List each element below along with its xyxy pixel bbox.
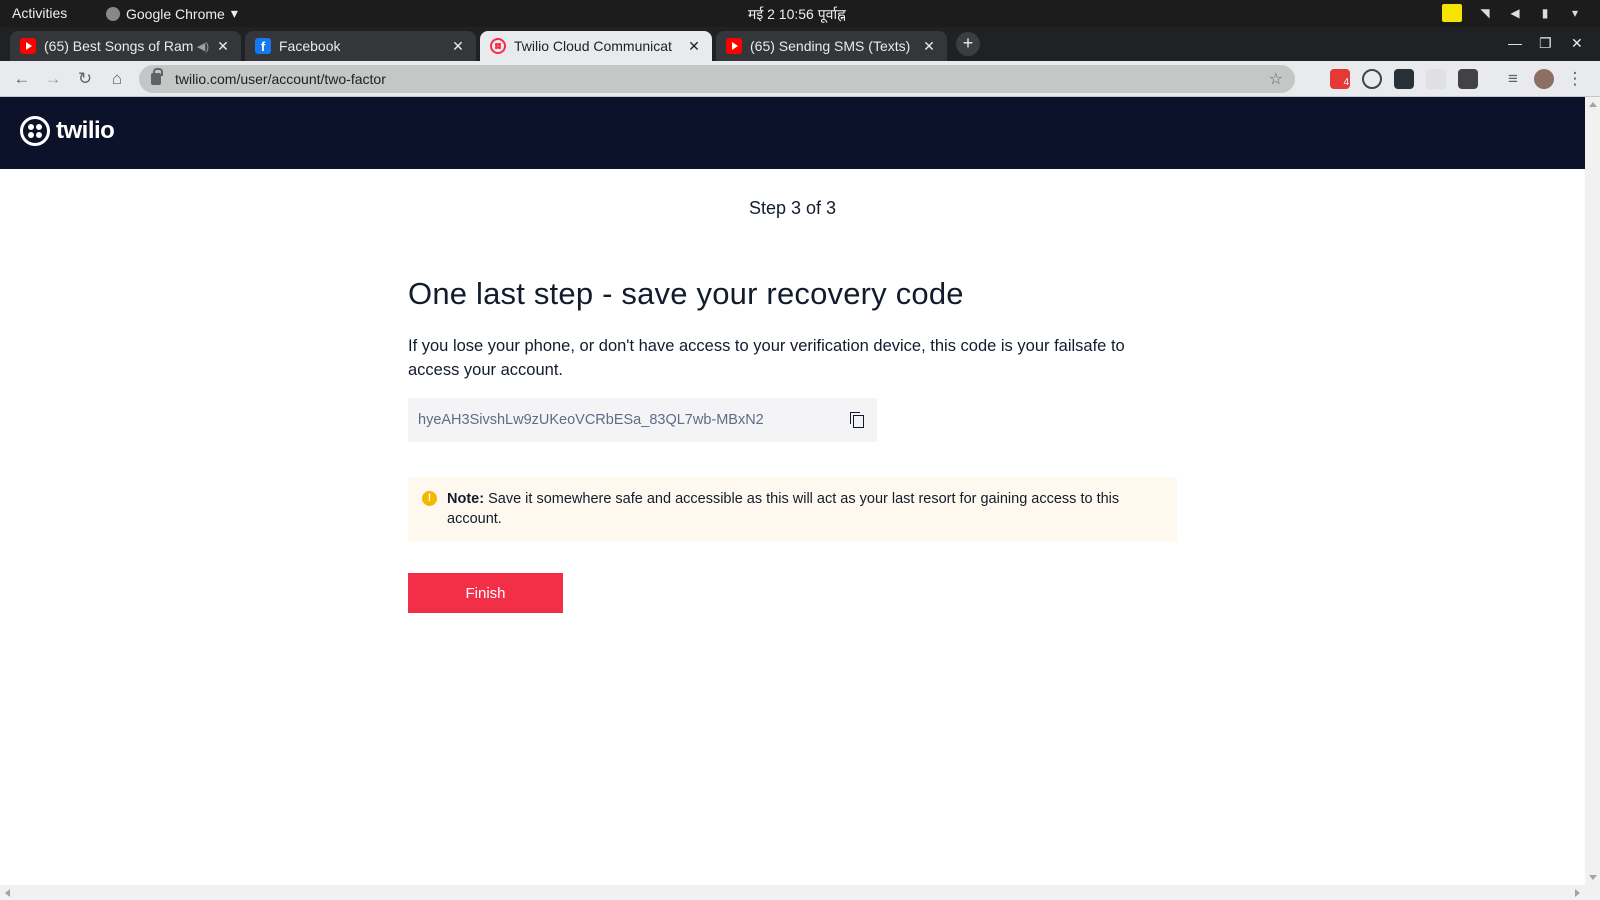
volume-icon[interactable]: ◀ (1508, 6, 1522, 20)
copy-icon[interactable] (849, 411, 867, 429)
activities-button[interactable]: Activities (12, 5, 67, 21)
speaker-icon[interactable]: ◀) (197, 40, 209, 53)
restore-icon[interactable]: ❐ (1539, 35, 1552, 52)
close-icon[interactable]: ✕ (450, 38, 466, 55)
page-title: One last step - save your recovery code (408, 276, 964, 311)
recovery-code-value[interactable]: hyeAH3SivshLw9zUKeoVCRbESa_83QL7wb-MBxN2 (418, 412, 849, 428)
vertical-scrollbar[interactable] (1585, 97, 1600, 885)
warning-icon: ! (422, 491, 437, 506)
youtube-icon (726, 38, 742, 54)
extension-icon[interactable] (1426, 69, 1446, 89)
url-text[interactable]: twilio.com/user/account/two-factor (175, 71, 1269, 87)
tab-title: (65) Sending SMS (Texts) (750, 38, 911, 54)
site-header: twilio (0, 97, 1585, 169)
bookmark-star-icon[interactable]: ☆ (1269, 69, 1283, 89)
app-name: Google Chrome (126, 5, 225, 22)
tab-youtube-sms[interactable]: (65) Sending SMS (Texts) ✕ (716, 31, 947, 61)
note-text: Save it somewhere safe and accessible as… (447, 491, 1120, 527)
new-tab-button[interactable]: + (956, 32, 980, 56)
battery-icon[interactable]: ▮ (1538, 6, 1552, 20)
home-icon[interactable]: ⌂ (106, 68, 128, 90)
twilio-mark-icon (20, 116, 50, 146)
scroll-up-icon[interactable] (1589, 102, 1597, 107)
note-callout: ! Note: Save it somewhere safe and acces… (408, 477, 1177, 541)
react-devtools-icon[interactable] (1394, 69, 1414, 89)
media-queue-icon[interactable]: ≡ (1502, 68, 1524, 90)
chrome-icon (106, 6, 120, 21)
extension-badge-count: 4 (1343, 77, 1349, 88)
tab-strip: (65) Best Songs of Ram ◀) ✕ f Facebook ✕… (0, 27, 1600, 61)
address-bar[interactable]: twilio.com/user/account/two-factor ☆ (139, 65, 1295, 93)
clock[interactable]: मई 2 10:56 पूर्वाह्न (748, 5, 846, 24)
tab-title: Facebook (279, 38, 341, 54)
back-arrow-icon[interactable]: ← (11, 68, 33, 90)
sticky-notes-icon[interactable] (1442, 4, 1462, 22)
app-menu[interactable]: Google Chrome ▾ (106, 5, 238, 22)
briefcase-extension-icon[interactable] (1458, 69, 1478, 89)
scroll-right-icon[interactable] (1575, 889, 1580, 897)
close-icon[interactable]: ✕ (686, 38, 702, 55)
chevron-down-icon: ▾ (230, 5, 238, 21)
wifi-icon[interactable]: ◥ (1478, 6, 1492, 20)
tab-title: Twilio Cloud Communicat (514, 38, 672, 54)
scroll-down-icon[interactable] (1589, 875, 1597, 880)
system-top-bar: Activities Google Chrome ▾ मई 2 10:56 पू… (0, 0, 1600, 27)
step-indicator: Step 3 of 3 (748, 198, 837, 218)
recovery-code-field[interactable]: hyeAH3SivshLw9zUKeoVCRbESa_83QL7wb-MBxN2 (408, 398, 877, 442)
tab-facebook[interactable]: f Facebook ✕ (245, 31, 476, 61)
lock-icon[interactable] (151, 68, 163, 85)
window-close-icon[interactable]: ✕ (1571, 35, 1583, 52)
close-icon[interactable]: ✕ (215, 38, 231, 55)
tab-youtube-songs[interactable]: (65) Best Songs of Ram ◀) ✕ (10, 31, 241, 61)
tab-twilio[interactable]: Twilio Cloud Communicat ✕ (480, 31, 712, 61)
browser-toolbar: ← → ↻ ⌂ twilio.com/user/account/two-fact… (0, 61, 1600, 97)
description-text: If you lose your phone, or don't have ac… (408, 337, 1125, 379)
horizontal-scrollbar[interactable] (0, 885, 1600, 900)
extension-badge-icon[interactable]: 4 (1330, 69, 1350, 89)
extension-sync-icon[interactable] (1362, 69, 1382, 89)
chevron-down-icon[interactable]: ▾ (1568, 6, 1582, 20)
twilio-logo[interactable]: twilio (20, 116, 115, 146)
finish-button[interactable]: Finish (408, 573, 563, 613)
forward-arrow-icon[interactable]: → (42, 68, 64, 90)
avatar[interactable] (1534, 69, 1554, 89)
kebab-menu-icon[interactable]: ⋮ (1564, 68, 1586, 90)
tab-title: (65) Best Songs of Ram (44, 38, 193, 54)
reload-icon[interactable]: ↻ (74, 68, 96, 90)
close-icon[interactable]: ✕ (921, 38, 937, 55)
youtube-icon (20, 38, 36, 54)
minimize-icon[interactable]: — (1508, 35, 1522, 51)
scroll-left-icon[interactable] (5, 889, 10, 897)
note-label: Note: (447, 491, 485, 507)
twilio-icon (490, 38, 506, 54)
facebook-icon: f (255, 38, 271, 54)
system-tray[interactable]: ◥ ◀ ▮ ▾ (1442, 4, 1582, 22)
recovery-code-panel: One last step - save your recovery code … (408, 276, 1178, 613)
logo-text: twilio (56, 117, 115, 144)
